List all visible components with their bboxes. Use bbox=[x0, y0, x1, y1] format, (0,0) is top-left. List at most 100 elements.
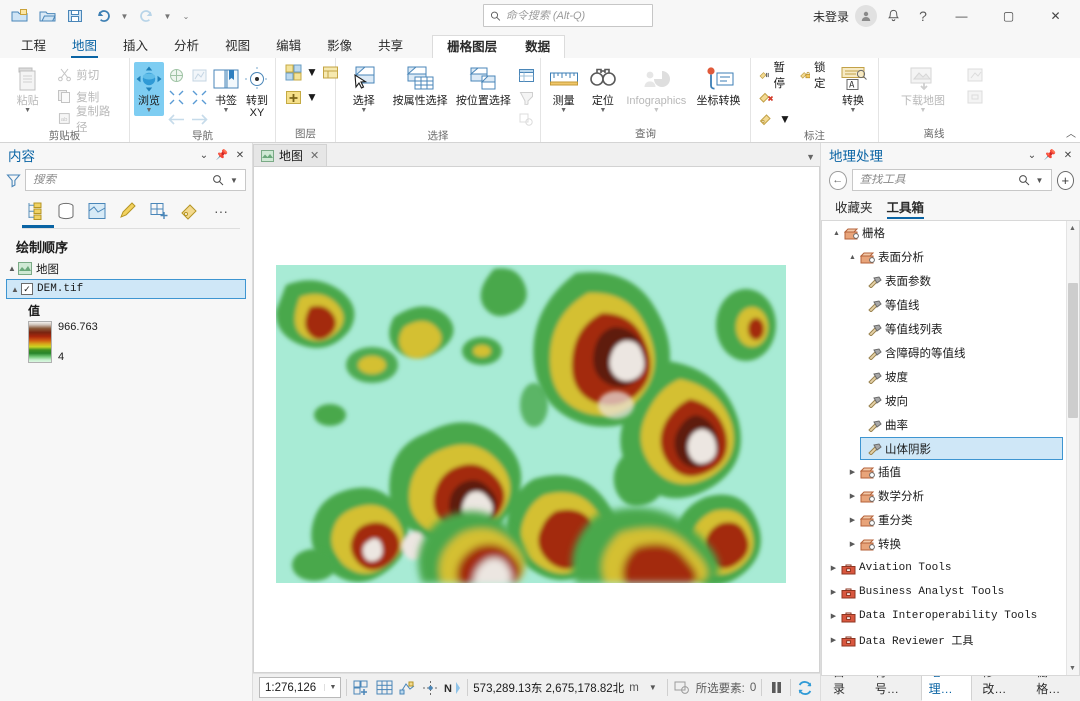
map-expand-icon[interactable]: ▲ bbox=[6, 264, 18, 273]
label-style-dropdown-icon[interactable]: ▼ bbox=[779, 112, 791, 126]
map-tab-close-icon[interactable]: ✕ bbox=[310, 149, 319, 162]
command-search-box[interactable] bbox=[483, 4, 653, 27]
contents-search-dropdown-icon[interactable]: ▼ bbox=[226, 176, 242, 185]
refresh-icon[interactable] bbox=[796, 677, 814, 698]
layer-expand-icon[interactable]: ▲ bbox=[9, 285, 21, 294]
pause-labeling-button[interactable]: 暂停 bbox=[755, 62, 794, 90]
geoprocessing-search-input[interactable] bbox=[859, 174, 1016, 186]
save-project-icon[interactable] bbox=[62, 4, 88, 28]
gp-tool-hillshade[interactable]: 山体阴影 bbox=[860, 437, 1063, 460]
download-map-dropdown-icon[interactable]: ▼ bbox=[920, 107, 927, 114]
help-icon[interactable]: ? bbox=[909, 3, 937, 29]
gp-node-interpolation[interactable]: ▶ 插值 bbox=[822, 460, 1079, 484]
coordinate-unit-dropdown-icon[interactable]: ▼ bbox=[644, 677, 662, 698]
minimize-button[interactable]: — bbox=[939, 0, 984, 32]
full-extent-icon[interactable] bbox=[166, 65, 186, 85]
contents-close-icon[interactable]: ✕ bbox=[232, 146, 248, 164]
select-by-attributes-button[interactable]: 按属性选择 bbox=[390, 62, 451, 109]
gp-node-surface-analysis[interactable]: ▲ 表面分析 bbox=[822, 245, 1079, 269]
north-status-icon[interactable]: N bbox=[444, 677, 462, 698]
sync-map-icon[interactable] bbox=[965, 65, 985, 85]
locate-button[interactable]: 定位 ▼ bbox=[584, 62, 621, 116]
gp-tool-aspect[interactable]: 坡向 bbox=[822, 389, 1079, 413]
contents-search-icon[interactable] bbox=[210, 174, 226, 186]
ribbon-tab-insert[interactable]: 插入 bbox=[110, 32, 161, 58]
ribbon-tab-imagery[interactable]: 影像 bbox=[314, 32, 365, 58]
select-by-location-button[interactable]: 按位置选择 bbox=[453, 62, 514, 109]
aviation-tools-expand-icon[interactable]: ▶ bbox=[827, 564, 840, 572]
map-scale-combo[interactable]: 1:276,126 ▼ bbox=[259, 677, 342, 698]
gp-node-conversion[interactable]: ▶ 转换 bbox=[822, 532, 1079, 556]
ribbon-tab-analysis[interactable]: 分析 bbox=[161, 32, 212, 58]
add-data-dropdown-icon[interactable]: ▼ bbox=[306, 65, 318, 79]
bookmarks-button[interactable]: 书签 ▼ bbox=[211, 62, 241, 116]
bookmarks-dropdown-icon[interactable]: ▼ bbox=[223, 107, 230, 114]
gp-node-business-analyst-tools[interactable]: ▶ Business Analyst Tools bbox=[822, 580, 1079, 604]
maximize-button[interactable]: ▢ bbox=[986, 0, 1031, 32]
gp-node-reclass[interactable]: ▶ 重分类 bbox=[822, 508, 1079, 532]
list-by-editing-icon[interactable] bbox=[115, 199, 141, 223]
gp-tab-toolboxes[interactable]: 工具箱 bbox=[886, 197, 924, 219]
gp-node-math-analysis[interactable]: ▶ 数学分析 bbox=[822, 484, 1079, 508]
manage-replica-icon[interactable] bbox=[965, 87, 985, 107]
add-data-icon[interactable] bbox=[352, 677, 370, 698]
paste-dropdown-icon[interactable]: ▼ bbox=[24, 107, 31, 114]
attribute-table-icon[interactable] bbox=[516, 65, 536, 85]
measure-status-icon[interactable] bbox=[421, 677, 439, 698]
infographics-button[interactable]: Infographics ▼ bbox=[624, 62, 690, 116]
coordinate-conversion-button[interactable]: 坐标转换 bbox=[691, 62, 746, 109]
redo-dropdown-icon[interactable]: ▼ bbox=[161, 4, 174, 28]
add-preset-layer-icon[interactable] bbox=[283, 87, 303, 107]
notifications-icon[interactable] bbox=[879, 3, 907, 29]
surface-analysis-expand-icon[interactable]: ▲ bbox=[846, 254, 859, 261]
geoprocessing-pin-icon[interactable]: 📌 bbox=[1042, 146, 1058, 164]
geoprocessing-close-icon[interactable]: ✕ bbox=[1060, 146, 1076, 164]
conversion-expand-icon[interactable]: ▶ bbox=[846, 540, 859, 548]
map-view-options-icon[interactable]: ▼ bbox=[806, 152, 815, 166]
contents-map-node[interactable]: ▲ 地图 bbox=[0, 259, 252, 278]
gp-tool-surface-parameters[interactable]: 表面参数 bbox=[822, 269, 1079, 293]
ribbon-tab-edit[interactable]: 编辑 bbox=[263, 32, 314, 58]
business-analyst-expand-icon[interactable]: ▶ bbox=[827, 588, 840, 596]
explore-button[interactable]: 浏览 ▼ bbox=[134, 62, 164, 116]
reclass-expand-icon[interactable]: ▶ bbox=[846, 516, 859, 524]
snapping-icon[interactable] bbox=[398, 677, 416, 698]
zoom-out-fixed-icon[interactable] bbox=[189, 87, 209, 107]
contents-pin-icon[interactable]: 📌 bbox=[214, 146, 230, 164]
add-data-layer-icon[interactable] bbox=[283, 62, 303, 82]
data-interop-expand-icon[interactable]: ▶ bbox=[827, 612, 840, 620]
geoprocessing-scrollbar[interactable]: ▲ ▼ bbox=[1066, 221, 1079, 675]
basemap-grid-icon[interactable] bbox=[375, 677, 393, 698]
data-reviewer-expand-icon[interactable]: ▶ bbox=[827, 636, 840, 644]
paste-button[interactable]: 粘贴 ▼ bbox=[4, 62, 51, 116]
gp-tool-contour[interactable]: 等值线 bbox=[822, 293, 1079, 317]
filter-icon[interactable] bbox=[6, 173, 21, 188]
add-preset-dropdown-icon[interactable]: ▼ bbox=[306, 90, 318, 104]
lock-labels-button[interactable]: 锁定 bbox=[796, 62, 835, 90]
gp-tool-curvature[interactable]: 曲率 bbox=[822, 413, 1079, 437]
ribbon-tab-map[interactable]: 地图 bbox=[59, 32, 110, 58]
previous-extent-map-icon[interactable] bbox=[189, 65, 209, 85]
geoprocessing-search-box[interactable]: ▼ bbox=[851, 169, 1052, 191]
undo-dropdown-icon[interactable]: ▼ bbox=[118, 4, 131, 28]
remove-labels-button[interactable] bbox=[755, 86, 830, 107]
ribbon-tab-raster-layer[interactable]: 栅格图层 bbox=[433, 34, 511, 58]
measure-dropdown-icon[interactable]: ▼ bbox=[560, 107, 567, 114]
next-extent-icon[interactable] bbox=[189, 109, 209, 129]
interpolation-expand-icon[interactable]: ▶ bbox=[846, 468, 859, 476]
collapse-ribbon-icon[interactable]: ︿ bbox=[1066, 125, 1076, 140]
ribbon-tab-data[interactable]: 数据 bbox=[511, 34, 564, 58]
layer-visibility-checkbox[interactable]: ✓ bbox=[21, 283, 33, 295]
zoom-in-fixed-icon[interactable] bbox=[166, 87, 186, 107]
download-map-button[interactable]: 下载地图 ▼ bbox=[883, 62, 963, 116]
cut-button[interactable]: 剪切 bbox=[53, 64, 125, 85]
ribbon-tab-share[interactable]: 共享 bbox=[365, 32, 416, 58]
convert-labels-dropdown-icon[interactable]: ▼ bbox=[850, 107, 857, 114]
map-view-tab[interactable]: 地图 ✕ bbox=[253, 144, 328, 166]
zoom-to-selection-icon[interactable] bbox=[516, 109, 536, 129]
map-canvas[interactable] bbox=[253, 166, 820, 673]
sign-in-status[interactable]: 未登录 bbox=[813, 8, 849, 25]
list-by-labeling-icon[interactable] bbox=[177, 199, 203, 223]
gp-node-aviation-tools[interactable]: ▶ Aviation Tools bbox=[822, 556, 1079, 580]
ribbon-tab-project[interactable]: 工程 bbox=[8, 32, 59, 58]
